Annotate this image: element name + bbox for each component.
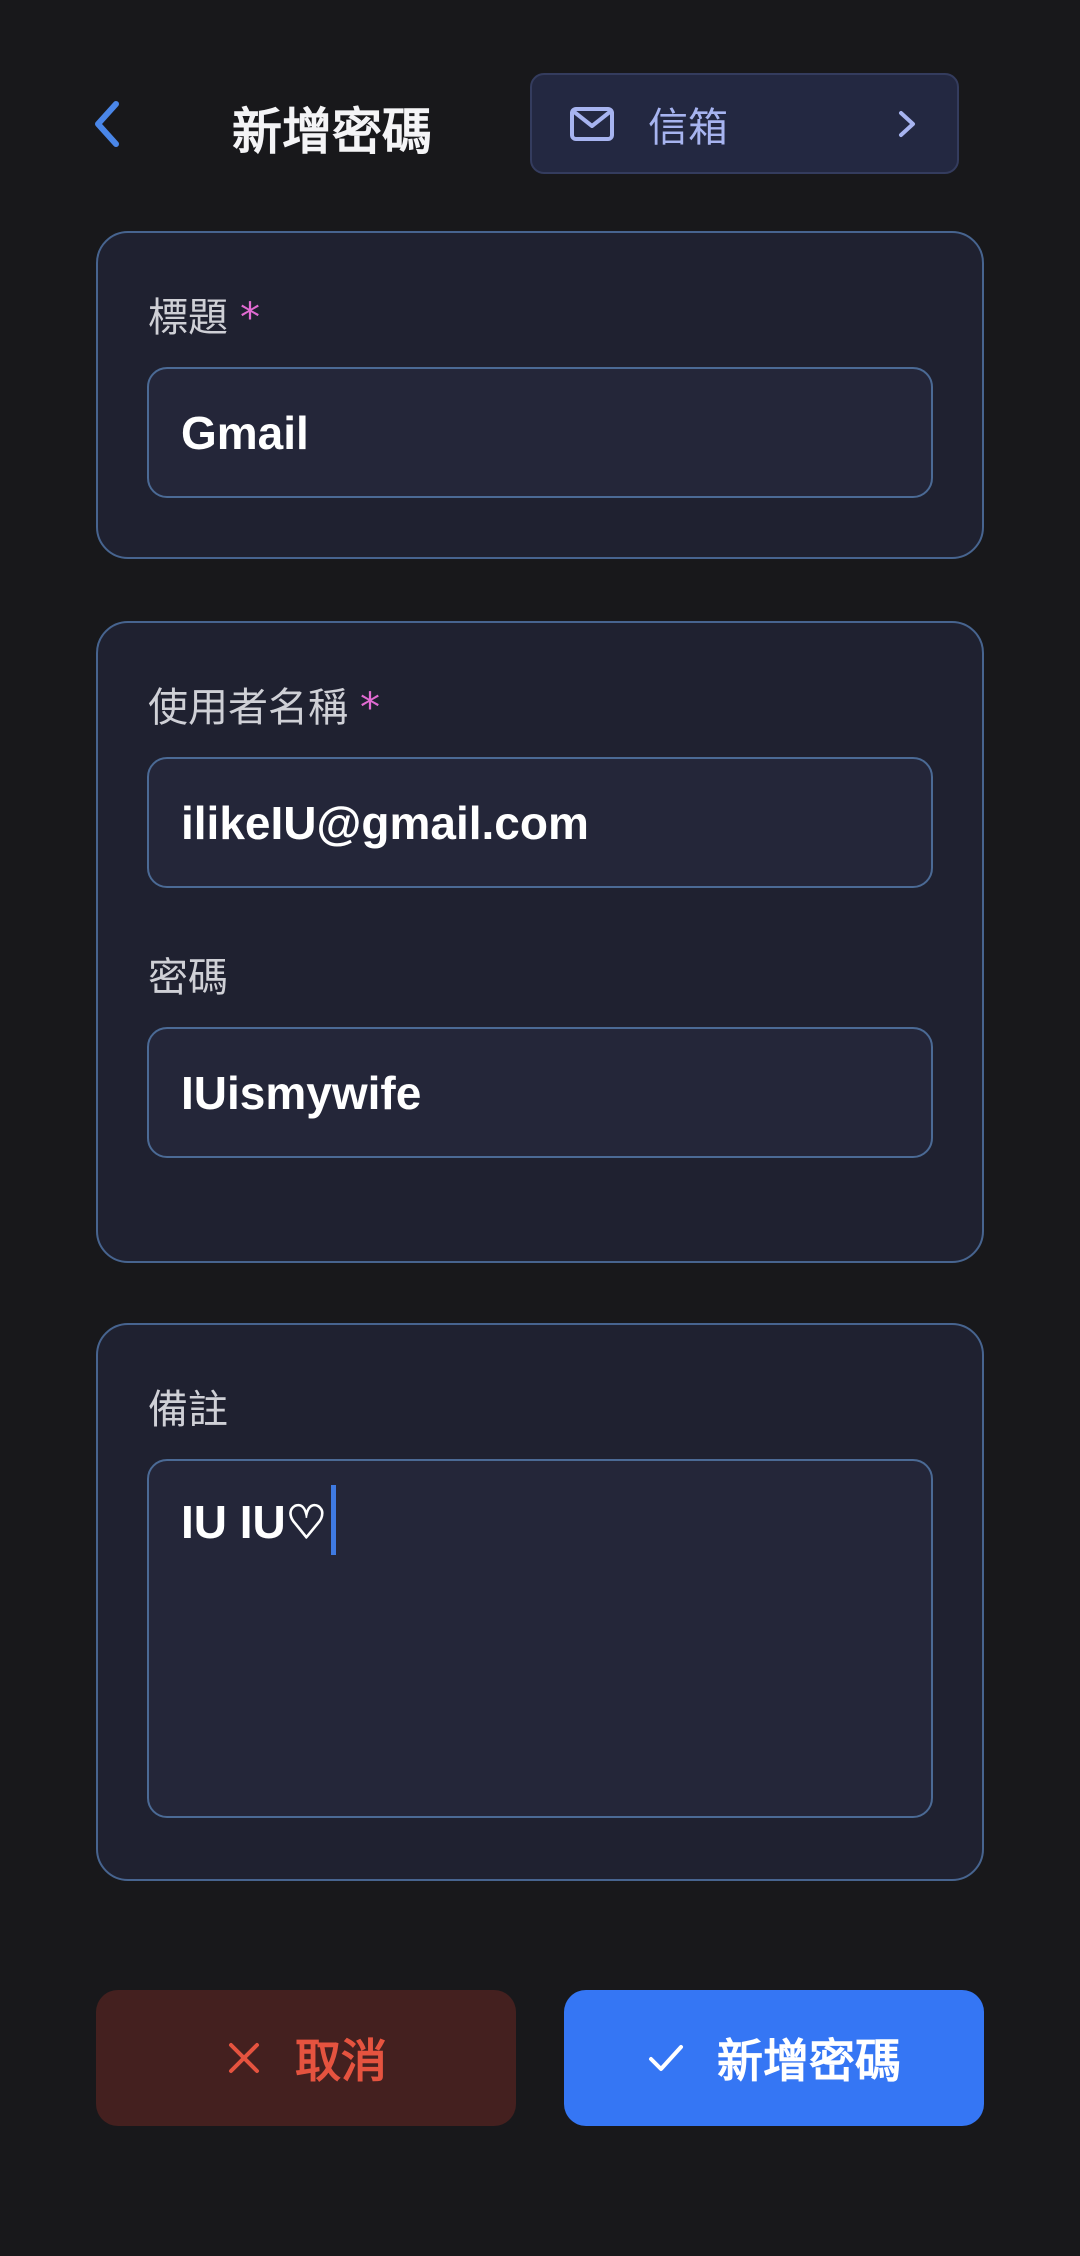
add-password-button[interactable]: 新增密碼 <box>564 1990 984 2126</box>
username-input[interactable]: ilikeIU@gmail.com <box>147 757 933 888</box>
text-caret <box>331 1485 337 1555</box>
chevron-right-icon <box>899 110 915 137</box>
username-field-label: 使用者名稱 * <box>148 680 380 736</box>
mail-icon <box>570 106 614 141</box>
check-icon <box>649 2045 683 2071</box>
title-input[interactable]: Gmail <box>147 367 933 498</box>
chevron-left-icon <box>95 101 119 147</box>
page-title: 新增密碼 <box>232 103 432 161</box>
close-icon <box>229 2043 259 2073</box>
cancel-button-label: 取消 <box>295 2034 387 2088</box>
note-label-text: 備註 <box>148 1387 228 1433</box>
back-button[interactable] <box>82 92 132 156</box>
password-field-label: 密碼 <box>148 950 228 1006</box>
password-input[interactable]: IUismywife <box>147 1027 933 1158</box>
category-label: 信箱 <box>648 104 728 151</box>
username-label-text: 使用者名稱 <box>148 685 348 731</box>
note-textarea-value: IU IU♡ <box>181 1496 328 1548</box>
username-input-value: ilikeIU@gmail.com <box>181 796 589 849</box>
title-label-text: 標題 <box>148 295 228 341</box>
add-password-button-label: 新增密碼 <box>717 2034 901 2088</box>
note-field-label: 備註 <box>148 1382 228 1438</box>
cancel-button[interactable]: 取消 <box>96 1990 516 2126</box>
password-label-text: 密碼 <box>148 955 228 1001</box>
password-input-value: IUismywife <box>181 1066 422 1119</box>
title-field-label: 標題 * <box>148 290 260 346</box>
title-input-value: Gmail <box>181 406 309 459</box>
category-select[interactable]: 信箱 <box>530 73 959 174</box>
note-textarea[interactable]: IU IU♡ <box>147 1459 933 1818</box>
required-mark: * <box>360 685 380 731</box>
required-mark: * <box>240 295 260 341</box>
